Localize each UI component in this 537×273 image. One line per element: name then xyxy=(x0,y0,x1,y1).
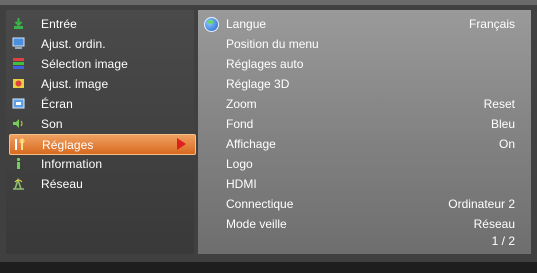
sidebar-item-label: Entrée xyxy=(41,16,77,31)
setting-label: Zoom xyxy=(226,96,257,111)
setting-value: Réseau xyxy=(473,216,515,231)
sidebar-item-entree[interactable]: Entrée xyxy=(12,14,194,33)
page-indicator: 1 / 2 xyxy=(491,234,515,248)
sidebar-item-ecran[interactable]: Écran xyxy=(12,94,194,113)
sidebar-item-selection-image[interactable]: Sélection image xyxy=(12,54,194,73)
sidebar-item-label: Ajust. image xyxy=(41,76,109,91)
submenu-arrow-icon xyxy=(177,138,186,150)
sidebar-item-reseau[interactable]: Réseau xyxy=(12,174,194,193)
setting-label: Position du menu xyxy=(226,36,319,51)
sidebar-item-reglages[interactable]: Réglages xyxy=(9,134,196,155)
info-icon xyxy=(12,157,25,170)
help-bar xyxy=(0,262,537,273)
setting-label: Logo xyxy=(226,156,253,171)
settings-panel: Langue Français Position du menu Réglage… xyxy=(198,10,531,254)
setting-value: Français xyxy=(468,16,515,31)
top-band xyxy=(0,0,537,5)
sidebar-menu: Entrée Ajust. ordin. Sélection image Aju… xyxy=(6,10,196,254)
sidebar-item-label: Son xyxy=(41,116,63,131)
setting-value: Ordinateur 2 xyxy=(448,196,515,211)
tools-icon xyxy=(13,138,26,151)
image-adjust-icon xyxy=(12,77,25,90)
setting-label: Affichage xyxy=(226,136,276,151)
setting-label: Langue xyxy=(226,16,267,31)
sidebar-item-ajust-image[interactable]: Ajust. image xyxy=(12,74,194,93)
setting-value: On xyxy=(498,136,515,151)
input-icon xyxy=(12,17,25,30)
computer-icon xyxy=(12,37,25,50)
setting-row-langue[interactable]: Langue Français xyxy=(198,14,531,33)
speaker-icon xyxy=(12,117,25,130)
setting-label: Connectique xyxy=(226,196,294,211)
setting-label: HDMI xyxy=(226,176,257,191)
sidebar-item-son[interactable]: Son xyxy=(12,114,194,133)
setting-row-fond[interactable]: Fond Bleu xyxy=(198,114,531,133)
setting-row-zoom[interactable]: Zoom Reset xyxy=(198,94,531,113)
sidebar-item-information[interactable]: Information xyxy=(12,154,194,173)
screen-icon xyxy=(12,97,25,110)
setting-label: Mode veille xyxy=(226,216,287,231)
setting-label: Réglage 3D xyxy=(226,76,290,91)
sidebar-item-label: Réglages xyxy=(42,137,94,152)
setting-value: Bleu xyxy=(490,116,515,131)
sidebar-item-label: Ajust. ordin. xyxy=(41,36,106,51)
sidebar-item-label: Écran xyxy=(41,96,73,111)
sidebar-item-label: Réseau xyxy=(41,176,83,191)
setting-row-mode-veille[interactable]: Mode veille Réseau xyxy=(198,214,531,233)
setting-label: Réglages auto xyxy=(226,56,304,71)
setting-value: Reset xyxy=(483,96,515,111)
setting-row-position-menu[interactable]: Position du menu xyxy=(198,34,531,53)
setting-row-connectique[interactable]: Connectique Ordinateur 2 xyxy=(198,194,531,213)
setting-label: Fond xyxy=(226,116,254,131)
image-select-icon xyxy=(12,57,25,70)
sidebar-item-ajust-ordin[interactable]: Ajust. ordin. xyxy=(12,34,194,53)
globe-icon xyxy=(204,17,219,32)
setting-row-reglages-auto[interactable]: Réglages auto xyxy=(198,54,531,73)
setting-row-reglage-3d[interactable]: Réglage 3D xyxy=(198,74,531,93)
setting-row-affichage[interactable]: Affichage On xyxy=(198,134,531,153)
setting-row-logo[interactable]: Logo xyxy=(198,154,531,173)
sidebar-item-label: Information xyxy=(41,156,103,171)
sidebar-item-label: Sélection image xyxy=(41,56,128,71)
setting-row-hdmi[interactable]: HDMI xyxy=(198,174,531,193)
network-icon xyxy=(12,177,25,190)
